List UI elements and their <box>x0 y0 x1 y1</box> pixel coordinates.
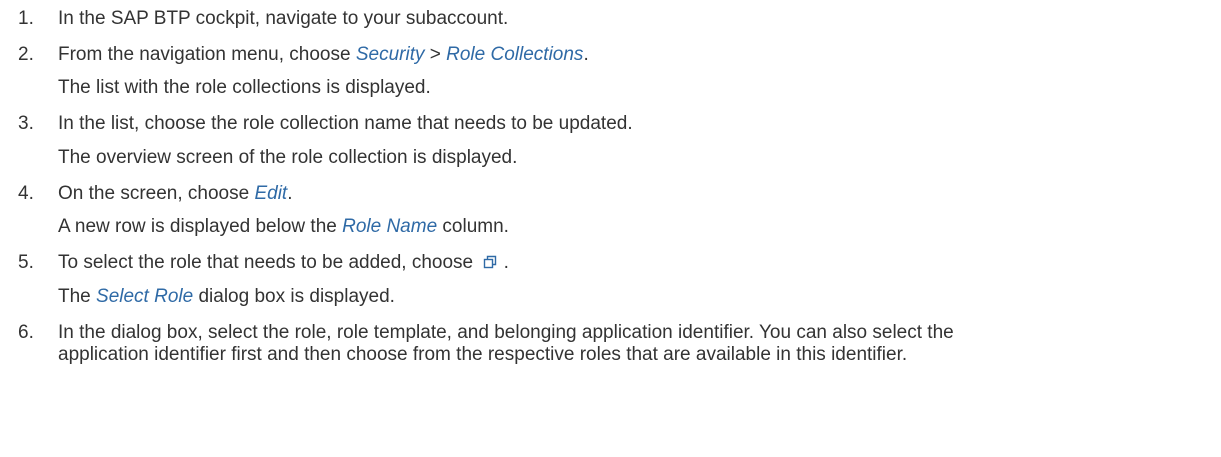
step-text-line-1: In the dialog box, select the role, role… <box>58 322 954 343</box>
step-number: 5. <box>18 252 34 273</box>
step-result: A new row is displayed below the Role Na… <box>58 215 1213 239</box>
step-text: In the SAP BTP cockpit, navigate to your… <box>58 8 509 29</box>
step-result: The overview screen of the role collecti… <box>58 147 518 168</box>
step-text: To select the role that needs to be adde… <box>58 251 1213 275</box>
step-number: 3. <box>18 113 34 134</box>
role-collections-link[interactable]: Role Collections <box>446 44 583 65</box>
step-text: From the navigation menu, choose Securit… <box>58 43 1213 67</box>
step-text-post: . <box>498 252 509 273</box>
edit-link[interactable]: Edit <box>254 183 287 204</box>
step-text-post: . <box>583 44 589 65</box>
value-help-icon[interactable] <box>482 253 498 269</box>
result-text-post: dialog box is displayed. <box>193 286 395 307</box>
step-text: In the list, choose the role collection … <box>58 113 633 134</box>
step-text-pre: On the screen, choose <box>58 183 255 204</box>
security-link[interactable]: Security <box>356 44 425 65</box>
step-number: 4. <box>18 183 34 204</box>
role-name-link[interactable]: Role Name <box>342 216 437 237</box>
path-separator: > <box>424 44 447 65</box>
step-number: 1. <box>18 8 34 29</box>
step-text: On the screen, choose Edit. <box>58 182 1213 206</box>
step-number: 2. <box>18 44 34 65</box>
result-text-pre: The <box>58 286 97 307</box>
result-text-pre: A new row is displayed below the <box>58 216 343 237</box>
step-result: The list with the role collections is di… <box>58 77 431 98</box>
result-text-post: column. <box>437 216 509 237</box>
step-text-pre: From the navigation menu, choose <box>58 44 356 65</box>
step-text-line-2: application identifier first and then ch… <box>58 344 908 365</box>
step-result: The Select Role dialog box is displayed. <box>58 285 1213 309</box>
step-text-pre: To select the role that needs to be adde… <box>58 252 479 273</box>
select-role-link[interactable]: Select Role <box>96 286 193 307</box>
step-text-post: . <box>287 183 293 204</box>
step-number: 6. <box>18 322 34 343</box>
